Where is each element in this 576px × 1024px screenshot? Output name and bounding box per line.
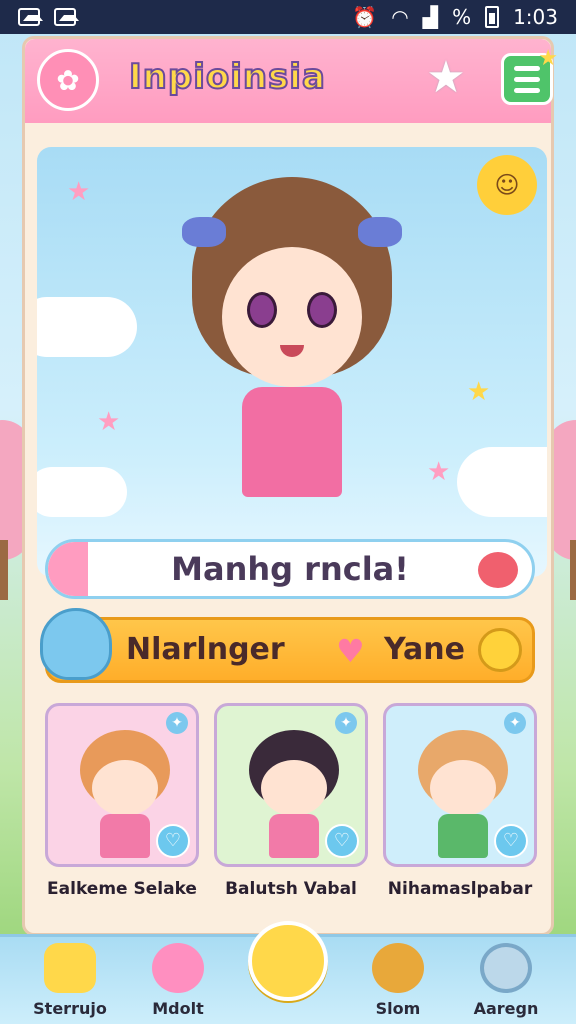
app-title: Inpioinsia	[128, 56, 326, 98]
nav-item-store[interactable]: Sterrujo	[22, 943, 118, 1024]
character-card[interactable]: ✦ ♡	[383, 703, 537, 867]
greeting-text: Manhg rncla!	[171, 550, 409, 588]
wifi-icon: ◠	[391, 5, 409, 29]
menu-button[interactable]: ★	[501, 46, 558, 105]
cloud	[37, 297, 137, 357]
character-card[interactable]: ✦ ♡	[45, 703, 199, 867]
bottom-nav: Sterrujo Mdolt Slom Aaregn	[0, 921, 576, 1024]
character-name: Ealkeme Selake	[47, 879, 197, 899]
clock: 1:03	[513, 5, 558, 29]
star-decoration-icon: ★	[97, 407, 121, 437]
main-panel: ✿ Inpioinsia ★ ★ ☺ ★ ★ ★ ★ Manhg rncla! …	[22, 36, 558, 936]
heart-button[interactable]: ♡	[494, 824, 528, 858]
nav-item-model[interactable]: Mdolt	[130, 943, 226, 1024]
pet-name: Nlarlnger	[126, 632, 285, 667]
battery-icon	[485, 6, 500, 28]
character-card[interactable]: ✦ ♡	[214, 703, 368, 867]
status-bar: ⏰ ◠ ▟ % 1:03	[0, 0, 576, 34]
star-decoration-icon: ★	[67, 177, 91, 207]
battery-percent: %	[452, 5, 472, 29]
alarm-icon: ⏰	[352, 5, 378, 29]
main-character[interactable]	[182, 177, 402, 517]
character-name: Nihamaslpabar	[387, 879, 533, 899]
hero-scene: ☺ ★ ★ ★ ★	[37, 147, 547, 577]
character-name: Balutsh Vabal	[225, 879, 357, 899]
star-decoration-icon: ★	[427, 457, 451, 487]
home-bear-button[interactable]	[248, 921, 328, 1001]
heart-icon: ♥	[336, 632, 365, 670]
bolt-icon: ✦	[504, 712, 526, 734]
star-decoration-icon: ★	[467, 377, 491, 407]
top-bar: ✿ Inpioinsia ★ ★	[25, 39, 558, 123]
gallery-icon	[18, 8, 43, 26]
mascot-logo-icon[interactable]: ✿	[37, 49, 99, 111]
nav-item-slom[interactable]: Slom	[350, 943, 446, 1024]
cloud	[37, 467, 127, 517]
search-icon	[480, 943, 532, 993]
nav-item-search[interactable]: Aaregn	[458, 943, 554, 1024]
bear-icon	[372, 943, 424, 993]
pink-pet-icon	[478, 552, 518, 588]
heart-button[interactable]: ♡	[156, 824, 190, 858]
bear-pet-icon	[478, 628, 522, 672]
signal-icon: ▟	[422, 5, 439, 29]
greeting-progress-fill	[48, 542, 88, 596]
blue-pet-icon	[40, 608, 112, 680]
player-name: Yane	[384, 632, 465, 667]
greeting-banner[interactable]: Manhg rncla!	[45, 539, 535, 599]
star-badge-icon: ★	[538, 46, 558, 71]
heart-button[interactable]: ♡	[325, 824, 359, 858]
cloud	[457, 447, 547, 517]
name-bar[interactable]: Nlarlnger ♥ Yane	[40, 608, 535, 683]
gift-box-icon	[44, 943, 96, 993]
image-icon	[54, 8, 79, 26]
sun-icon: ☺	[477, 155, 537, 215]
favorite-star-icon[interactable]: ★	[421, 53, 471, 103]
bolt-icon: ✦	[166, 712, 188, 734]
pink-pet-icon	[152, 943, 204, 993]
bolt-icon: ✦	[335, 712, 357, 734]
